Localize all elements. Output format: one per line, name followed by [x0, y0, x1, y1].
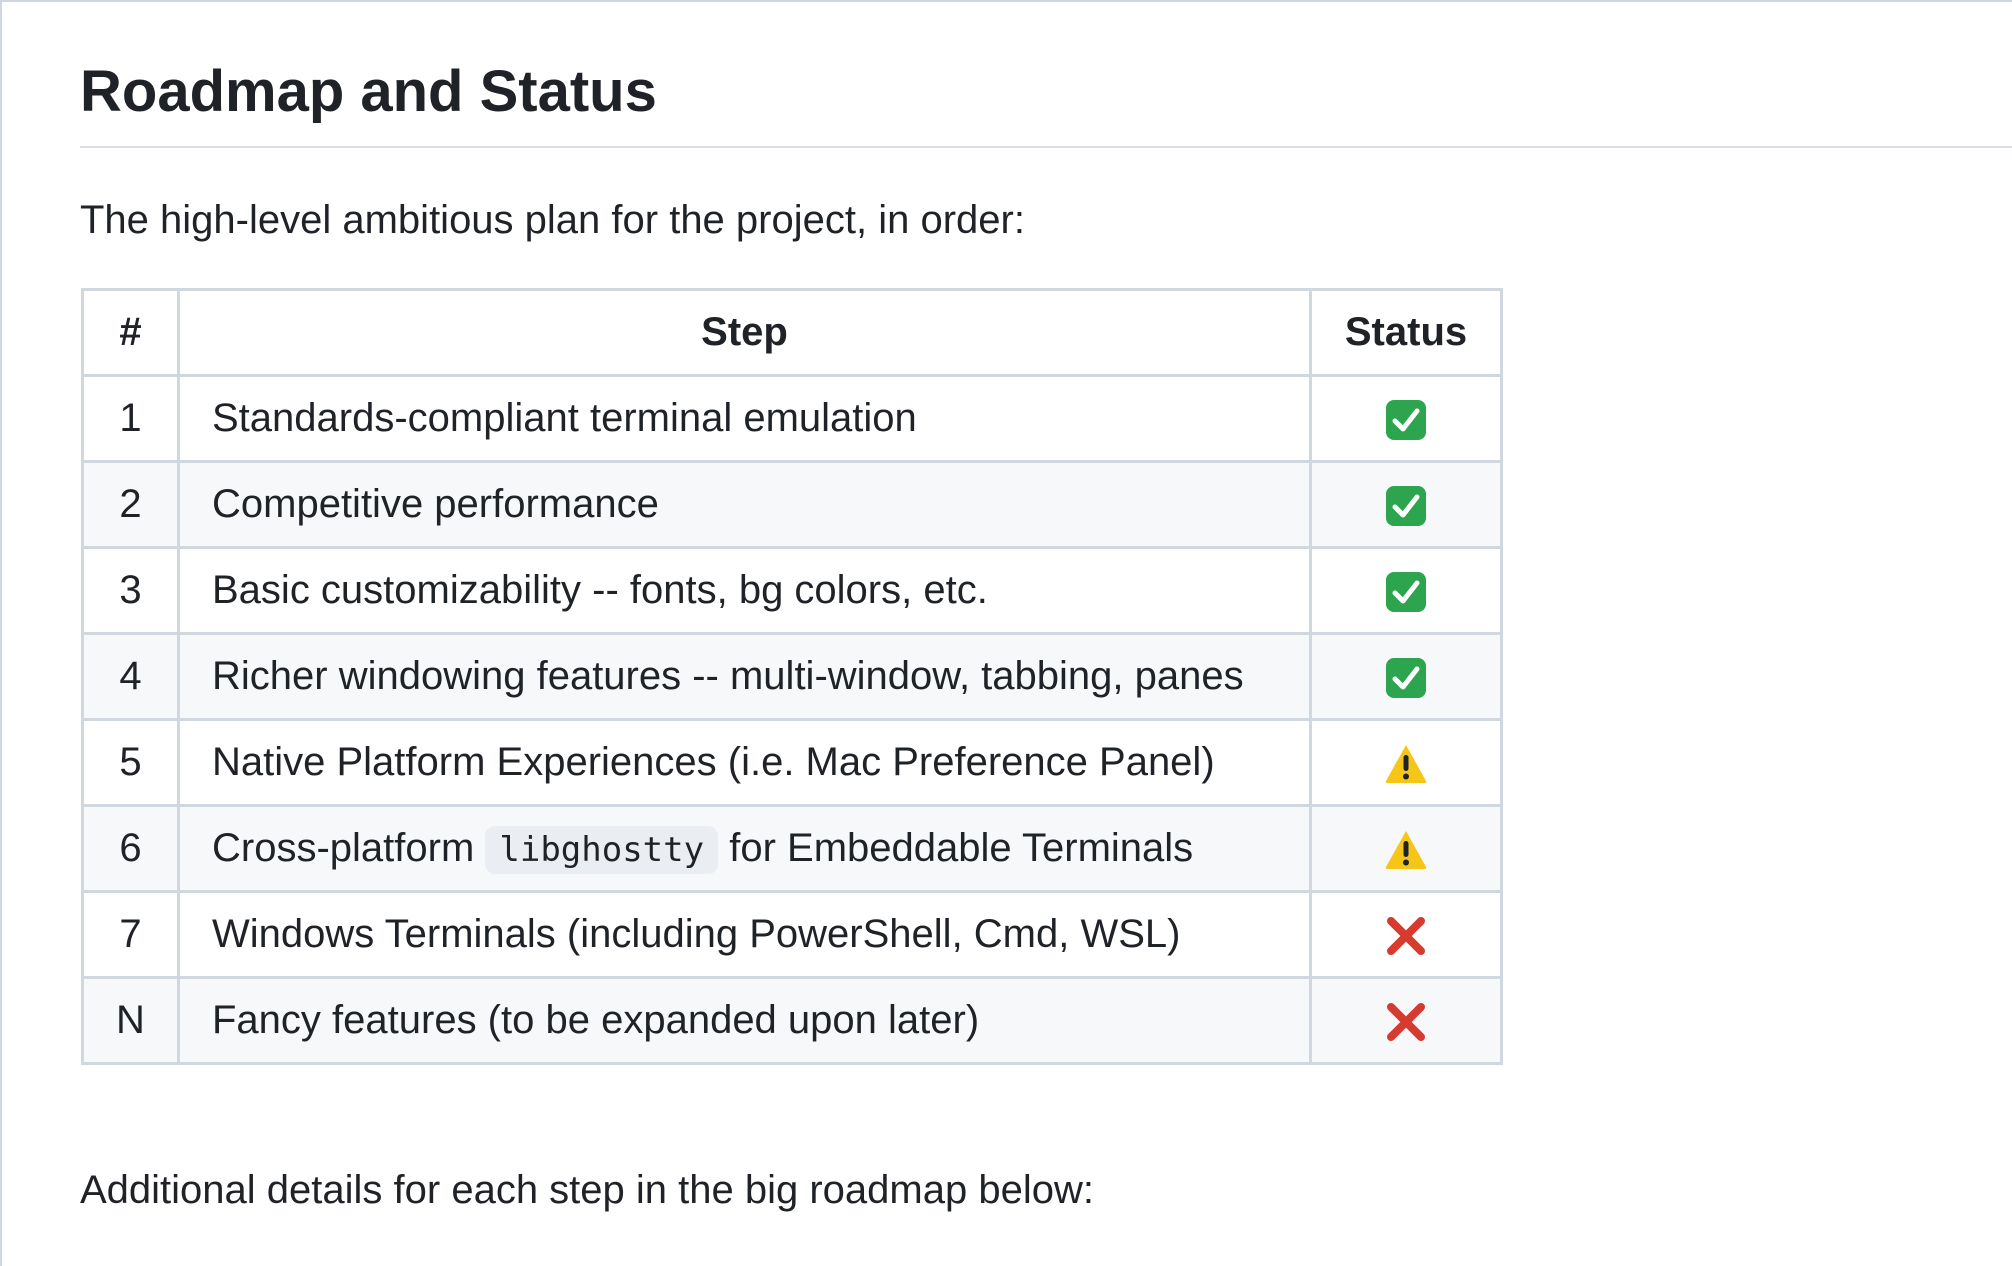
table-row: 2 Competitive performance	[81, 460, 1503, 549]
table-row: 3 Basic customizability -- fonts, bg col…	[81, 546, 1503, 635]
row-status	[1309, 374, 1503, 463]
table-row: 4 Richer windowing features -- multi-win…	[81, 632, 1503, 721]
header-number: #	[81, 288, 180, 377]
row-step: Basic customizability -- fonts, bg color…	[177, 546, 1312, 635]
row-step: Native Platform Experiences (i.e. Mac Pr…	[177, 718, 1312, 807]
row-number: 4	[81, 632, 180, 721]
check-mark-icon	[1384, 570, 1428, 614]
row-step: Fancy features (to be expanded upon late…	[177, 976, 1312, 1065]
row-step: Competitive performance	[177, 460, 1312, 549]
row-step: Windows Terminals (including PowerShell,…	[177, 890, 1312, 979]
row-number: N	[81, 976, 180, 1065]
row-number: 5	[81, 718, 180, 807]
readme-section: Roadmap and Status The high-level ambiti…	[0, 0, 2012, 1266]
row-number: 1	[81, 374, 180, 463]
check-mark-icon	[1384, 398, 1428, 442]
row-number: 7	[81, 890, 180, 979]
row-status	[1309, 460, 1503, 549]
row-step: Cross-platform libghostty for Embeddable…	[177, 804, 1312, 893]
table-row: 6 Cross-platform libghostty for Embeddab…	[81, 804, 1503, 893]
intro-paragraph: The high-level ambitious plan for the pr…	[80, 198, 1025, 242]
row-status	[1309, 976, 1503, 1065]
row-status	[1309, 890, 1503, 979]
table-row: 5 Native Platform Experiences (i.e. Mac …	[81, 718, 1503, 807]
step-text-after: for Embeddable Terminals	[729, 826, 1194, 870]
heading-divider	[80, 146, 2012, 148]
check-mark-icon	[1384, 656, 1428, 700]
row-status	[1309, 632, 1503, 721]
row-status	[1309, 804, 1503, 893]
table-header-row: # Step Status	[81, 288, 1503, 377]
cross-mark-icon	[1384, 1000, 1428, 1044]
row-step: Richer windowing features -- multi-windo…	[177, 632, 1312, 721]
roadmap-table: # Step Status 1 Standards-compliant term…	[81, 288, 1503, 1065]
table-row: 7 Windows Terminals (including PowerShel…	[81, 890, 1503, 979]
row-step: Standards-compliant terminal emulation	[177, 374, 1312, 463]
cross-mark-icon	[1384, 914, 1428, 958]
header-status: Status	[1309, 288, 1503, 377]
inline-code: libghostty	[485, 826, 719, 874]
table-row: 1 Standards-compliant terminal emulation	[81, 374, 1503, 463]
check-mark-icon	[1384, 484, 1428, 528]
warning-icon	[1384, 828, 1428, 872]
row-number: 3	[81, 546, 180, 635]
header-step: Step	[177, 288, 1312, 377]
row-status	[1309, 718, 1503, 807]
row-number: 6	[81, 804, 180, 893]
row-number: 2	[81, 460, 180, 549]
step-text-before: Cross-platform	[212, 826, 475, 870]
section-heading: Roadmap and Status	[80, 59, 657, 124]
warning-icon	[1384, 742, 1428, 786]
table-row: N Fancy features (to be expanded upon la…	[81, 976, 1503, 1065]
row-status	[1309, 546, 1503, 635]
outro-paragraph: Additional details for each step in the …	[80, 1168, 1094, 1212]
